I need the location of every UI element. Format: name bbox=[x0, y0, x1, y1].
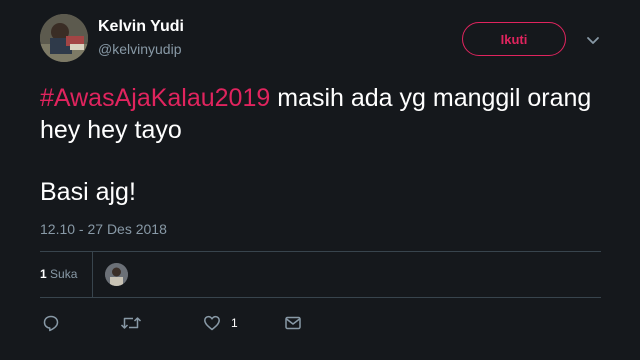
tweet-card: Kelvin Yudi @kelvinyudip Ikuti #AwasAjaK… bbox=[0, 0, 640, 360]
reply-icon bbox=[43, 315, 59, 332]
heart-icon bbox=[204, 315, 220, 331]
like-button[interactable]: 1 bbox=[203, 313, 238, 333]
reply-button[interactable] bbox=[42, 313, 60, 333]
tweet-timestamp[interactable]: 12.10 - 27 Des 2018 bbox=[40, 221, 167, 237]
divider bbox=[40, 251, 601, 252]
mail-icon bbox=[285, 316, 301, 330]
retweet-button[interactable] bbox=[120, 313, 142, 333]
tweet-text: #AwasAjaKalau2019 masih ada yg manggil o… bbox=[40, 82, 600, 208]
likes-separator bbox=[92, 252, 93, 297]
likes-summary[interactable]: 1 Suka bbox=[40, 267, 77, 281]
liker-avatar-image bbox=[105, 263, 128, 286]
chevron-down-icon[interactable] bbox=[584, 32, 602, 50]
author-name[interactable]: Kelvin Yudi bbox=[98, 18, 184, 36]
tweet-text-line2: Basi ajg! bbox=[40, 178, 136, 206]
likes-label: Suka bbox=[50, 267, 78, 281]
follow-button[interactable]: Ikuti bbox=[462, 22, 566, 56]
retweet-icon bbox=[120, 317, 142, 329]
hashtag-link[interactable]: #AwasAjaKalau2019 bbox=[40, 84, 270, 112]
direct-message-button[interactable] bbox=[284, 313, 302, 333]
avatar-image bbox=[40, 14, 88, 62]
likes-count: 1 bbox=[40, 267, 47, 281]
liker-avatar[interactable] bbox=[105, 263, 128, 286]
avatar[interactable] bbox=[40, 14, 88, 62]
like-count: 1 bbox=[231, 316, 238, 330]
divider bbox=[40, 297, 601, 298]
author-handle[interactable]: @kelvinyudip bbox=[98, 41, 181, 57]
